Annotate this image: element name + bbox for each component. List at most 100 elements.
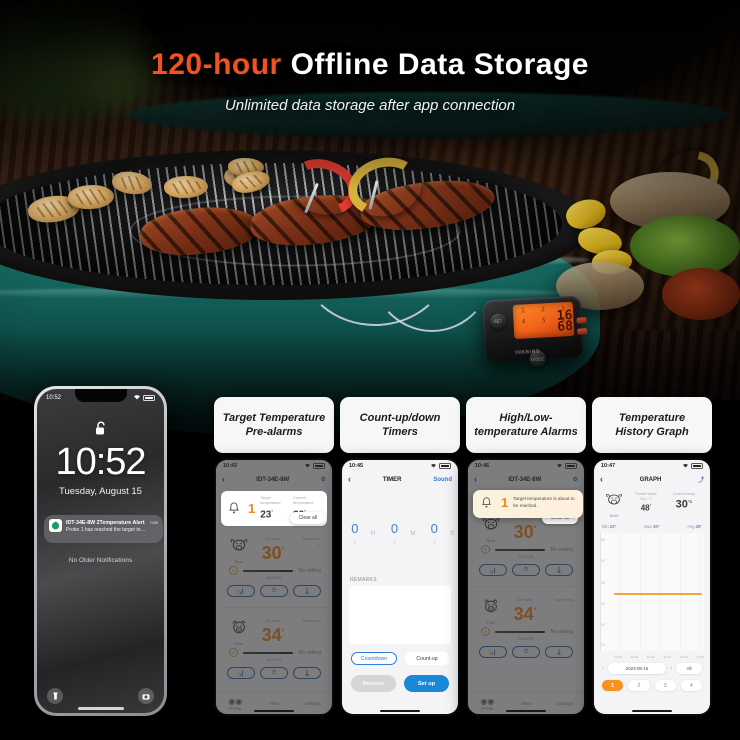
x-tick: 10:40 — [630, 655, 639, 659]
stat-avg: Avg 25° — [687, 524, 702, 529]
timer-minutes-value: 0 — [390, 521, 399, 536]
feature-line-2: Timers — [382, 426, 418, 438]
wifi-icon — [430, 463, 437, 470]
notification-title: IDT-34E-8W 2Temperature Alert — [66, 519, 145, 526]
headline-rest: Offline Data Storage — [281, 48, 589, 81]
x-tick: 10:38 — [614, 655, 622, 659]
app-nav-bar: ‹ TIMER Sound — [342, 472, 458, 487]
home-indicator — [254, 709, 294, 712]
lcd-cell: 5 — [541, 315, 546, 325]
probe-tab-3[interactable]: 3 — [654, 680, 676, 691]
headline-accent: 120-hour — [151, 48, 282, 81]
target-temperature-col: Target temperature 23° — [260, 496, 288, 521]
graph-header: Beef Preset Value Rare °C 48° Current te… — [594, 487, 710, 521]
device-lcd-display: 1 2 3 4 5 6 16 68 — [512, 301, 575, 339]
device-probe-port — [577, 328, 588, 335]
stat-max: Max 30° — [644, 524, 659, 529]
notification-banner[interactable]: IDT-34E-8W 2Temperature Alert Probe 1 ha… — [44, 515, 163, 543]
app-screen: 10:47 ‹ GRAPH ⤴ Beef Preset Value Rare °… — [594, 460, 710, 714]
chevron-left-icon[interactable]: ‹ — [348, 475, 351, 484]
app-screenshot-graph: 10:47 ‹ GRAPH ⤴ Beef Preset Value Rare °… — [592, 458, 712, 716]
target-value: 23° — [260, 506, 288, 521]
app-nav-bar: ‹ GRAPH ⤴ — [594, 472, 710, 487]
probe-tab-1[interactable]: 1 — [602, 680, 624, 691]
status-bar-time: 10:47 — [601, 463, 616, 469]
app-screenshot-prealarm: 10:43 ‹ IDT-34E-8W ⚙ 1 Target — [214, 458, 334, 716]
graph-stats-row: Min 22° Max 30° Avg 25° — [594, 521, 710, 533]
wifi-icon — [133, 394, 141, 402]
feature-line-2: temperature Alarms — [474, 426, 578, 438]
nav-title: TIMER — [382, 476, 402, 483]
probe-tab-2[interactable]: 2 — [628, 680, 650, 691]
thermometer-device: 1 2 3 4 5 6 16 68 SET MODE INKBIRD — [482, 295, 588, 368]
alarm-toast: 1 Target temperature is about to be reac… — [473, 490, 583, 518]
notification-message: Probe 1 has reached the target temperatu… — [66, 526, 146, 533]
y-tick: 40 — [601, 580, 605, 585]
timer-picker[interactable]: 0 1 H 0 1 M 0 1 S — [342, 497, 458, 571]
stat-avg-value: 25° — [695, 524, 702, 529]
countdown-mode-button[interactable]: Countdown — [351, 652, 397, 665]
x-tick: 10:46 — [679, 655, 688, 659]
home-indicator — [77, 707, 124, 710]
status-bar-time: 10:52 — [46, 394, 62, 401]
timer-minutes-column[interactable]: 0 1 — [382, 520, 408, 548]
probe-cable — [368, 192, 496, 332]
meat-name: Beef — [609, 513, 619, 518]
timer-hours-column[interactable]: 0 1 — [342, 520, 368, 548]
device-set-button[interactable]: SET — [490, 313, 506, 330]
next-date-button[interactable]: › — [670, 666, 672, 672]
inkbird-app-icon — [49, 519, 62, 532]
feature-card-timers: Count-up/down Timers — [340, 397, 460, 453]
page-subtitle: Unlimited data storage after app connect… — [224, 97, 516, 114]
cow-icon — [606, 494, 622, 505]
app-screenshot-timer: 10:45 ‹ TIMER Sound 0 1 H 0 1 M 0 1 S RE… — [340, 458, 460, 716]
probe-tab-4[interactable]: 4 — [680, 680, 702, 691]
countup-mode-button[interactable]: Count-up — [405, 652, 449, 665]
sound-button[interactable]: Sound — [433, 477, 452, 483]
feature-card-high-low-alarms: High/Low- temperature Alarms — [466, 397, 586, 453]
x-tick: 10:48 — [696, 655, 704, 659]
current-temp-number: 30 — [675, 498, 688, 511]
stat-avg-label: Avg — [687, 524, 695, 529]
nav-title: GRAPH — [639, 476, 662, 483]
battery-icon — [439, 463, 451, 469]
share-icon[interactable]: ⤴ — [698, 475, 704, 484]
lcd-cell: 4 — [521, 316, 526, 326]
chevron-left-icon[interactable]: ‹ — [600, 475, 603, 484]
app-status-bar: 10:47 — [594, 460, 710, 472]
timer-ghost-below: 1 — [352, 539, 357, 546]
status-bar-time: 10:45 — [349, 463, 364, 469]
no-older-notifications-label: No Older Notifications — [68, 557, 133, 564]
clear-all-button[interactable]: Clear all — [289, 512, 326, 524]
alarm-bell-icon — [227, 501, 243, 517]
feature-card-target-temperature: Target Temperature Pre-alarms — [214, 397, 334, 453]
stat-min-label: Min — [602, 524, 609, 529]
app-screenshot-highlow: 10:46 ‹ IDT-34E-8W ⚙ 1 Target temperatur… — [466, 458, 586, 716]
app-screen: 10:43 ‹ IDT-34E-8W ⚙ 1 Target — [216, 460, 332, 714]
ios-status-bar: 10:52 — [37, 392, 164, 403]
flashlight-icon[interactable] — [47, 688, 63, 704]
timer-seconds-column[interactable]: 0 1 — [421, 520, 447, 548]
probe-number: 1 — [248, 501, 256, 517]
camera-icon[interactable] — [138, 688, 154, 704]
y-tick: 50 — [601, 559, 605, 564]
setup-button[interactable]: Set up — [404, 675, 449, 692]
timer-action-row: Remove Set up — [342, 665, 458, 692]
remarks-input[interactable] — [349, 586, 451, 644]
lcd-reading: 16 68 — [556, 308, 573, 335]
all-filter-button[interactable]: All — [676, 663, 702, 674]
y-tick: 20 — [601, 623, 605, 628]
remove-button[interactable]: Remove — [351, 675, 396, 692]
stat-max-value: 30° — [653, 524, 660, 529]
lock-screen-shortcuts — [37, 683, 164, 709]
app-screen: 10:45 ‹ TIMER Sound 0 1 H 0 1 M 0 1 S RE… — [342, 460, 458, 714]
y-tick: 10 — [601, 643, 605, 648]
prev-date-button[interactable]: ‹ — [602, 666, 604, 672]
feature-line-1: Temperature — [618, 412, 686, 424]
page-title: 120-hour Offline Data Storage — [0, 48, 740, 82]
feature-line-1: Target Temperature — [222, 412, 326, 424]
feature-line-1: Count-up/down — [359, 412, 441, 424]
stat-min: Min 22° — [602, 524, 616, 529]
lock-screen-date: Tuesday, August 15 — [59, 486, 142, 497]
date-pill[interactable]: 2023-08-15 — [608, 663, 666, 674]
